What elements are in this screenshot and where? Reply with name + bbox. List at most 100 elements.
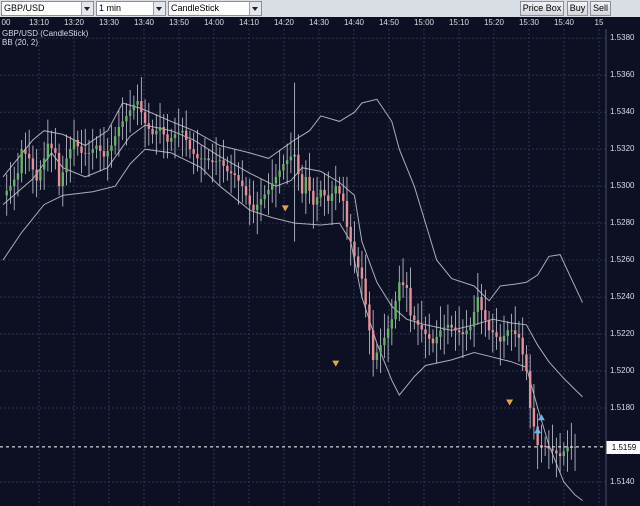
symbol-select[interactable]: GBP/USD	[1, 1, 94, 16]
candle-body	[315, 197, 319, 205]
timeframe-select[interactable]: 1 min	[96, 1, 166, 16]
time-tick-label: 00	[1, 18, 11, 27]
candle-body	[334, 186, 337, 194]
candle-body	[57, 152, 61, 187]
candle-body	[368, 304, 371, 331]
candle-body	[285, 160, 289, 164]
candle-body	[42, 158, 46, 170]
candle-body	[244, 186, 248, 196]
time-tick-label: 14:40	[343, 18, 365, 27]
candle-body	[24, 149, 27, 154]
price-tick-label: 1.5320	[610, 144, 635, 154]
time-tick-label: 15	[594, 18, 604, 27]
candle-body	[218, 160, 222, 162]
candle-body	[562, 451, 566, 457]
candle-body	[214, 161, 218, 163]
candle-body	[510, 330, 513, 332]
candle-body	[162, 126, 165, 135]
chevron-down-icon[interactable]	[249, 2, 261, 15]
sell-button[interactable]: Sell	[590, 1, 611, 16]
candle-body	[110, 145, 113, 152]
candle-body	[364, 278, 367, 305]
sell-signal-arrow	[332, 360, 340, 367]
price-tick-label: 1.5240	[610, 292, 635, 302]
candle-body	[528, 371, 532, 409]
time-tick-label: 14:30	[308, 18, 330, 27]
chevron-down-icon[interactable]	[153, 2, 165, 15]
candle-body	[480, 297, 483, 311]
candle-body	[390, 319, 394, 329]
price-tick-label: 1.5140	[610, 476, 635, 486]
candle-body	[282, 163, 285, 171]
candle-body	[323, 189, 326, 196]
chevron-down-icon[interactable]	[81, 2, 93, 15]
price-tick-label: 1.5220	[610, 329, 635, 339]
candle-body	[405, 285, 408, 288]
time-tick-label: 14:10	[238, 18, 260, 27]
candle-body	[274, 176, 278, 184]
candle-body	[263, 194, 266, 200]
candle-body	[319, 189, 323, 198]
candle-body	[304, 176, 308, 194]
candle-body	[173, 134, 177, 139]
time-tick-label: 13:20	[63, 18, 85, 27]
candle-body	[566, 446, 569, 452]
price-tick-label: 1.5300	[610, 181, 635, 191]
candle-body	[203, 158, 207, 160]
candle-body	[476, 297, 480, 312]
candle-body	[158, 126, 162, 131]
candle-body	[185, 130, 188, 140]
buy-button[interactable]: Buy	[567, 1, 588, 16]
candle-body	[117, 126, 121, 137]
candle-body	[424, 329, 427, 335]
candle-body	[383, 337, 386, 346]
candle-body	[132, 104, 136, 111]
chart-style-select[interactable]: CandleStick	[168, 1, 262, 16]
current-price-box: 1.5159	[606, 440, 640, 454]
candle-body	[241, 180, 244, 187]
candle-body	[113, 136, 117, 146]
candle-body	[573, 446, 577, 448]
candle-body	[128, 110, 132, 116]
candle-body	[196, 153, 199, 159]
candle-body	[151, 128, 154, 135]
candle-body	[506, 330, 509, 336]
candle-body	[484, 310, 487, 321]
chart-legend: GBP/USD (CandleStick) BB (20, 2)	[2, 29, 88, 47]
candle-body	[61, 172, 65, 187]
candle-body	[338, 186, 341, 194]
bollinger-band-upper	[2, 98, 583, 303]
candle-body	[394, 300, 397, 320]
price-box-button[interactable]: Price Box	[520, 1, 564, 16]
chart-legend-indicator: BB (20, 2)	[2, 38, 39, 47]
candle-body	[446, 324, 450, 328]
time-tick-label: 14:00	[203, 18, 225, 27]
candle-body	[170, 138, 173, 142]
price-tick-label: 1.5380	[610, 33, 635, 43]
candle-body	[420, 324, 423, 330]
time-tick-label: 15:30	[518, 18, 540, 27]
sell-signal-arrow	[281, 205, 289, 212]
candle-body	[35, 169, 38, 181]
chart-grid	[0, 29, 606, 506]
candles	[5, 77, 577, 478]
candle-body	[555, 450, 558, 454]
bollinger-bands	[2, 98, 583, 501]
candle-body	[521, 337, 524, 355]
candle-body	[91, 149, 94, 153]
time-tick-label: 15:40	[553, 18, 575, 27]
candle-body	[27, 153, 31, 159]
price-chart[interactable]	[0, 29, 640, 506]
candle-body	[472, 311, 476, 327]
price-tick-label: 1.5360	[610, 70, 635, 80]
candle-body	[375, 352, 379, 360]
candle-body	[155, 130, 158, 135]
trading-app: GBP/USD 1 min CandleStick Price Box Buy …	[0, 0, 640, 506]
candle-body	[136, 101, 139, 105]
candle-body	[386, 328, 390, 338]
candle-body	[256, 204, 259, 211]
candle-body	[428, 334, 431, 339]
sell-signal-arrow	[506, 399, 514, 406]
candle-body	[125, 115, 128, 122]
candle-body	[248, 195, 251, 205]
